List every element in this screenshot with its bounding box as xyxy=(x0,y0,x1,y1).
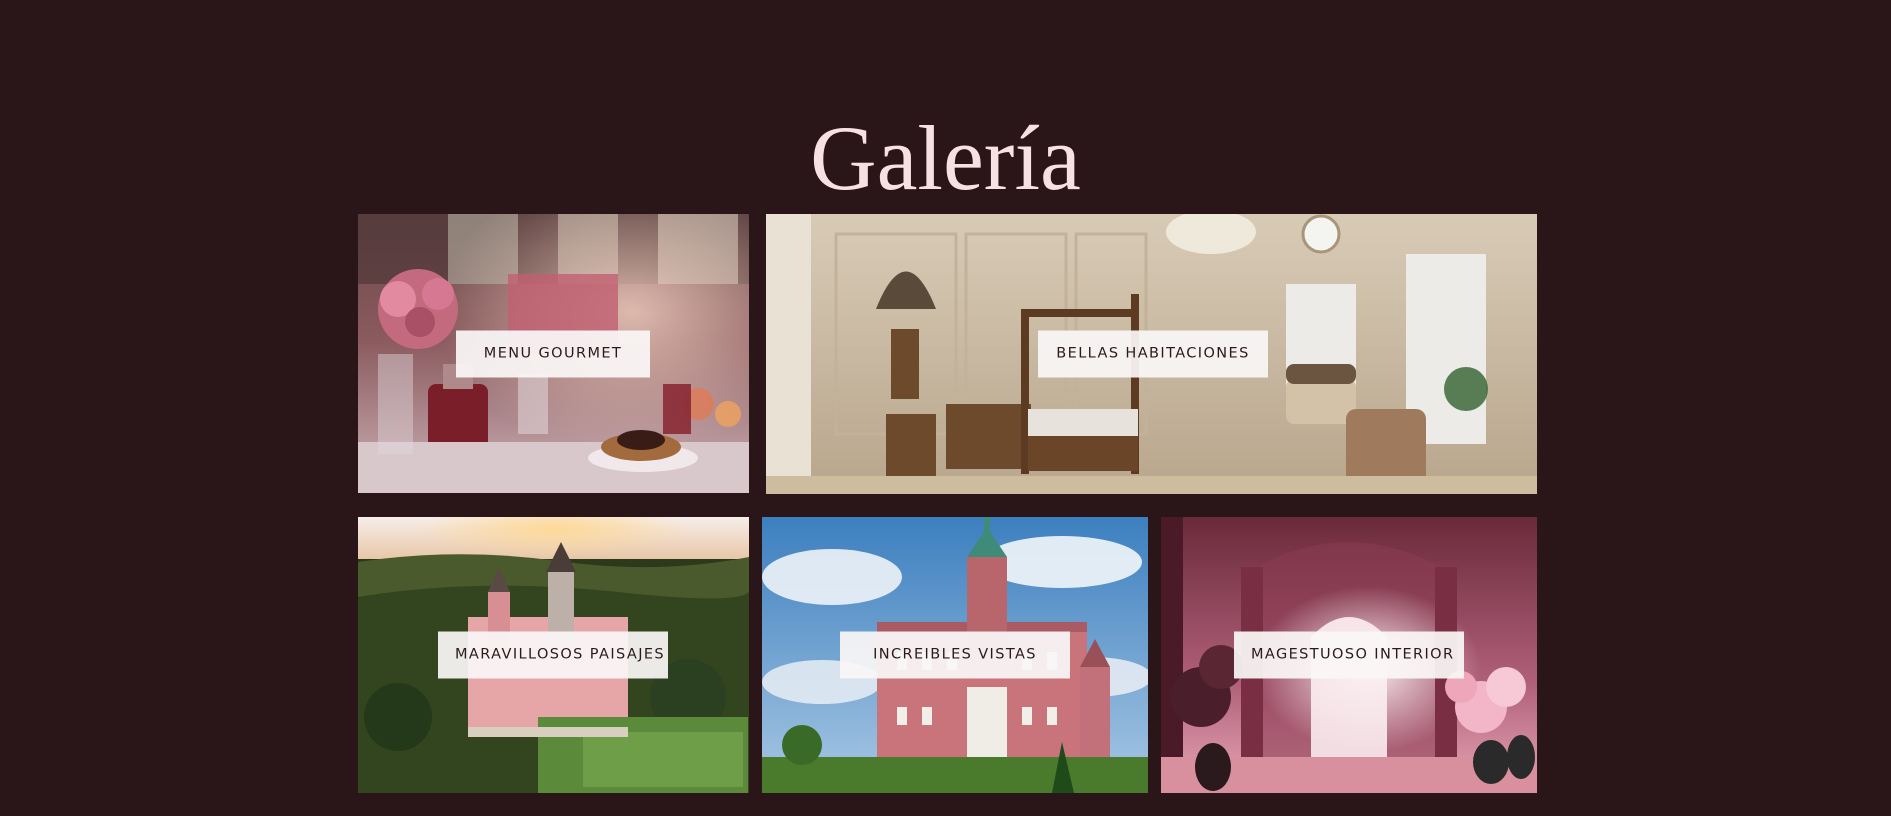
gallery-tile-magestuoso-interior[interactable]: MAGESTUOSO INTERIOR xyxy=(1161,517,1537,793)
gallery-page: Galería MENU GOURMET BELLAS HABITACIONES… xyxy=(0,0,1891,816)
gallery-tile-maravillosos-paisajes[interactable]: MARAVILLOSOS PAISAJES xyxy=(358,517,749,793)
gallery-title: Galería xyxy=(810,107,1081,209)
tile-label-maravillosos-paisajes: MARAVILLOSOS PAISAJES xyxy=(438,631,668,679)
tile-label-increibles-vistas: INCREIBLES VISTAS xyxy=(840,631,1070,679)
tile-label-menu-gourmet: MENU GOURMET xyxy=(456,330,650,377)
gallery-tile-increibles-vistas[interactable]: INCREIBLES VISTAS xyxy=(762,517,1148,793)
tile-label-bellas-habitaciones: BELLAS HABITACIONES xyxy=(1038,330,1268,378)
gallery-tile-menu-gourmet[interactable]: MENU GOURMET xyxy=(358,214,749,493)
gallery-tile-bellas-habitaciones[interactable]: BELLAS HABITACIONES xyxy=(766,214,1537,494)
tile-label-magestuoso-interior: MAGESTUOSO INTERIOR xyxy=(1234,631,1464,679)
